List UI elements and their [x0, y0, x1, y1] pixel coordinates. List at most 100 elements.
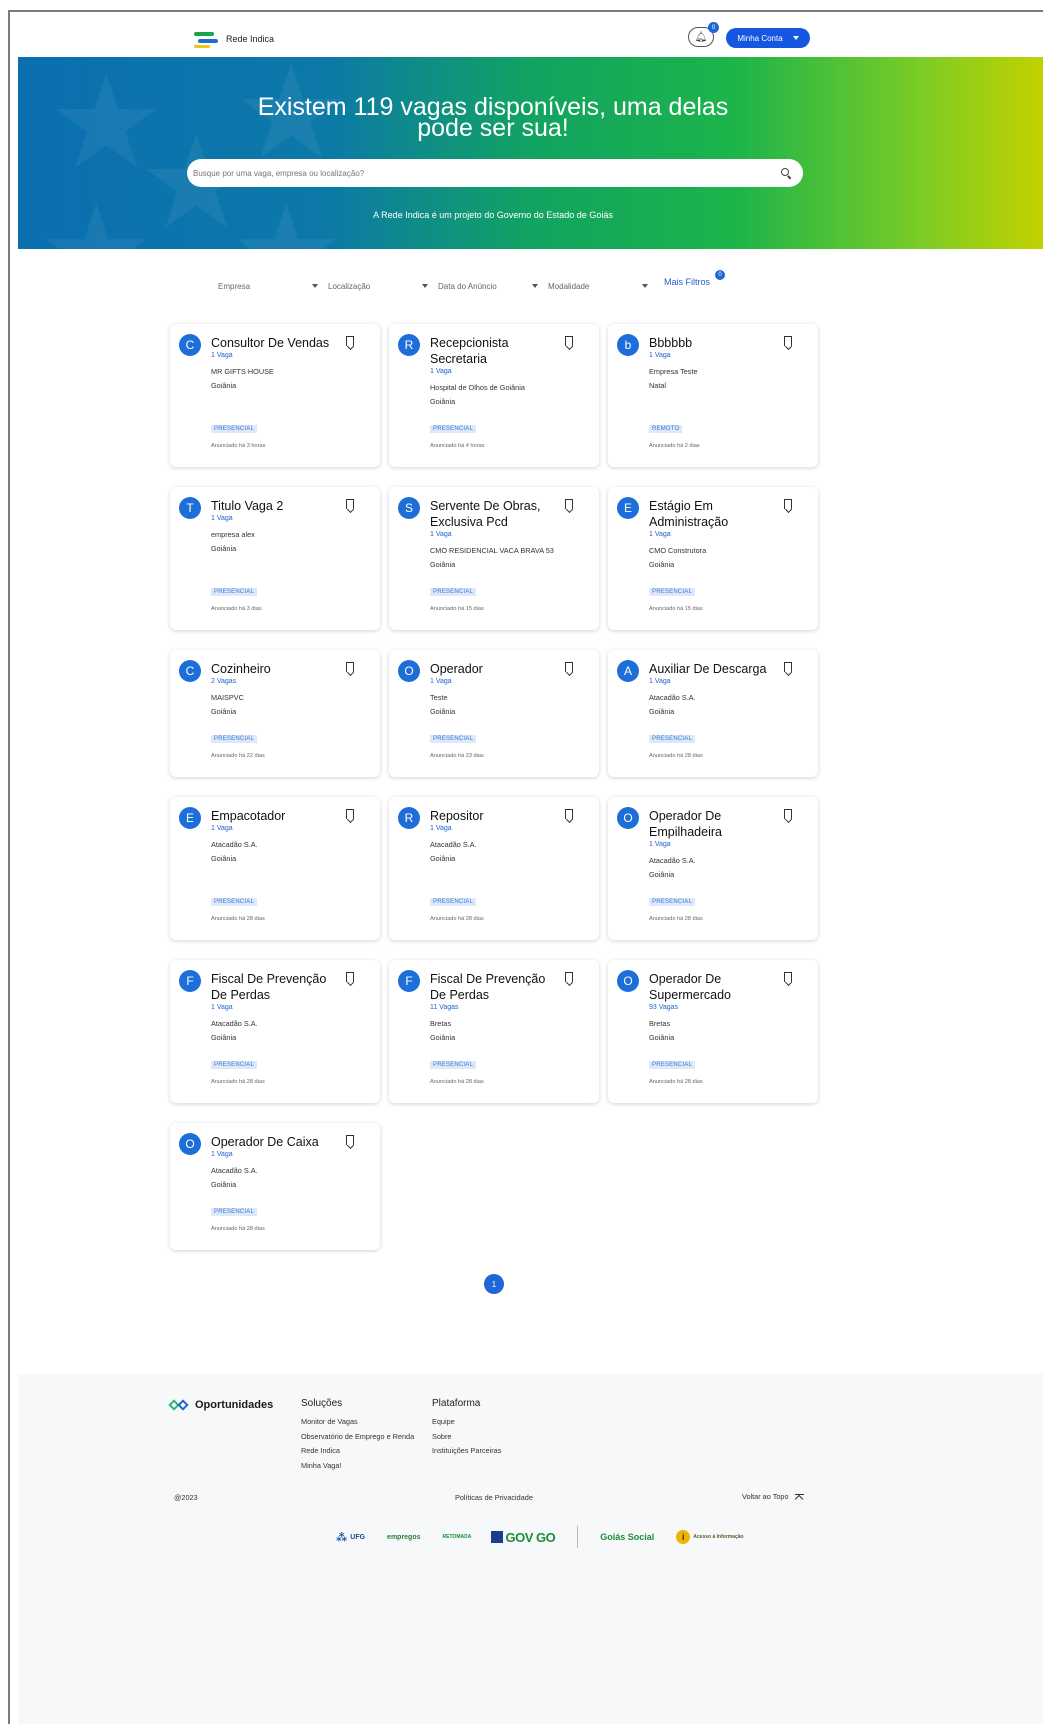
account-menu-button[interactable]: Minha Conta — [726, 28, 810, 48]
job-details: 93 Vagas Bretas Goiânia — [649, 1003, 809, 1043]
job-card[interactable]: R Recepcionista Secretaria 1 Vaga Hospit… — [389, 324, 599, 467]
bookmark-icon[interactable] — [346, 336, 354, 346]
footer-link-rede-indica[interactable]: Rede Indica — [301, 1444, 414, 1459]
goias-flag-icon — [490, 1531, 503, 1543]
job-openings: 1 Vaga — [430, 368, 452, 375]
job-modality-tag: PRESENCIAL — [211, 1061, 258, 1069]
job-card[interactable]: b Bbbbbb 1 Vaga Empresa Teste Natal REMO… — [608, 324, 818, 467]
bookmark-icon[interactable] — [346, 972, 354, 982]
more-filters-button[interactable]: Mais Filtros — [664, 277, 710, 287]
job-openings: 1 Vaga — [211, 1151, 233, 1158]
job-title: Cozinheiro — [211, 662, 271, 676]
footer-col-plataforma: Plataforma Equipe Sobre Instituições Par… — [432, 1398, 501, 1459]
job-posted-date: Anunciado há 23 dias — [430, 753, 484, 759]
footer-link-instituicoes[interactable]: Instituições Parceiras — [432, 1444, 501, 1459]
job-details: 1 Vaga Empresa Teste Natal — [649, 351, 809, 391]
job-details: 1 Vaga Atacadão S.A. Goiânia — [211, 1150, 371, 1190]
bookmark-icon[interactable] — [346, 662, 354, 672]
back-to-top-label: Voltar ao Topo — [742, 1492, 789, 1501]
job-card[interactable]: C Consultor De Vendas 1 Vaga MR GIFTS HO… — [170, 324, 380, 467]
company-avatar: b — [617, 334, 639, 356]
job-city: Goiânia — [430, 1033, 456, 1042]
job-details: 1 Vaga Atacadão S.A. Goiânia — [430, 824, 590, 864]
job-modality-tag: PRESENCIAL — [649, 898, 696, 906]
bookmark-icon[interactable] — [565, 662, 573, 672]
ufg-logo[interactable]: ⁂ UFG — [336, 1531, 365, 1544]
job-card[interactable]: E Estágio Em Administração 1 Vaga CMO Co… — [608, 487, 818, 630]
bookmark-icon[interactable] — [565, 809, 573, 819]
job-company: Bretas — [430, 1019, 452, 1028]
divider — [577, 1526, 579, 1548]
job-modality-tag: PRESENCIAL — [430, 588, 477, 596]
company-avatar: C — [179, 334, 201, 356]
job-card[interactable]: E Empacotador 1 Vaga Atacadão S.A. Goiân… — [170, 797, 380, 940]
bookmark-icon[interactable] — [784, 499, 792, 509]
job-openings: 1 Vaga — [211, 515, 233, 522]
footer-link-equipe[interactable]: Equipe — [432, 1415, 501, 1430]
bookmark-icon[interactable] — [346, 1135, 354, 1145]
empregos-logo[interactable]: empregos — [387, 1534, 420, 1541]
job-card[interactable]: O Operador De Caixa 1 Vaga Atacadão S.A.… — [170, 1123, 380, 1250]
job-card[interactable]: T Titulo Vaga 2 1 Vaga empresa alex Goiâ… — [170, 487, 380, 630]
bell-icon: 🔔︎ — [694, 31, 708, 43]
job-city: Goiânia — [430, 707, 456, 716]
acesso-informacao-logo[interactable]: i Acesso à Informação — [676, 1530, 744, 1544]
notifications-button[interactable]: 🔔︎ 0 — [688, 22, 719, 47]
filter-data-anuncio[interactable]: Data do Anúncio — [438, 278, 538, 294]
gov-go-text: GOV GO — [505, 1529, 556, 1545]
hero-banner: ★ ★ ★ ★ ★ Existem 119 vagas disponíveis,… — [18, 57, 1043, 249]
acesso-informacao-text: Acesso à Informação — [693, 1534, 744, 1540]
job-card[interactable]: O Operador De Supermercado 93 Vagas Bret… — [608, 960, 818, 1103]
job-card[interactable]: F Fiscal De Prevenção De Perdas 1 Vaga A… — [170, 960, 380, 1103]
job-card[interactable]: S Servente De Obras, Exclusiva Pcd 1 Vag… — [389, 487, 599, 630]
job-company: MAISPVC — [211, 693, 244, 702]
footer-link-sobre[interactable]: Sobre — [432, 1430, 501, 1445]
rede-indica-logo[interactable]: Rede Indica — [194, 28, 274, 50]
job-posted-date: Anunciado há 28 dias — [430, 916, 484, 922]
bookmark-icon[interactable] — [565, 499, 573, 509]
bookmark-icon[interactable] — [784, 662, 792, 672]
back-to-top-button[interactable]: Voltar ao Topo — [742, 1492, 804, 1501]
search-icon[interactable] — [779, 166, 793, 180]
privacy-link[interactable]: Políticas de Privacidade — [455, 1493, 533, 1502]
job-company: CMO Construtora — [649, 546, 707, 555]
bookmark-icon[interactable] — [346, 809, 354, 819]
chevron-up-icon — [794, 1493, 804, 1500]
footer: Oportunidades Soluções Monitor de Vagas … — [18, 1374, 1043, 1724]
filter-empresa[interactable]: Empresa — [218, 278, 318, 294]
filter-localizacao[interactable]: Localização — [328, 278, 428, 294]
search-input[interactable] — [193, 168, 779, 178]
pagination-page-1[interactable]: 1 — [484, 1274, 504, 1294]
job-company: CMO RESIDENCIAL VACA BRAVA 53 — [430, 546, 554, 555]
goias-social-text: Goiás Social — [600, 1531, 655, 1542]
job-company: Atacadão S.A. — [211, 840, 258, 849]
bookmark-icon[interactable] — [565, 336, 573, 346]
retomada-logo[interactable]: RETOMADA — [443, 1534, 472, 1540]
bookmark-icon[interactable] — [784, 336, 792, 346]
bookmark-icon[interactable] — [346, 499, 354, 509]
footer-link-monitor-vagas[interactable]: Monitor de Vagas — [301, 1415, 414, 1430]
bookmark-icon[interactable] — [784, 972, 792, 982]
goias-social-logo[interactable]: Goiás Social — [600, 1531, 655, 1542]
job-card[interactable]: O Operador De Empilhadeira 1 Vaga Atacad… — [608, 797, 818, 940]
info-icon: i — [676, 1530, 691, 1544]
caret-down-icon — [312, 284, 318, 288]
bookmark-icon[interactable] — [565, 972, 573, 982]
oportunidades-logo[interactable]: Oportunidades — [168, 1399, 273, 1411]
filter-modalidade[interactable]: Modalidade — [548, 278, 648, 294]
gov-go-logo[interactable]: GOV GO — [490, 1529, 556, 1545]
job-card[interactable]: R Repositor 1 Vaga Atacadão S.A. Goiânia… — [389, 797, 599, 940]
footer-col-solucoes: Soluções Monitor de Vagas Observatório d… — [301, 1398, 414, 1473]
job-openings: 1 Vaga — [211, 1004, 233, 1011]
footer-link-observatorio[interactable]: Observatório de Emprego e Renda — [301, 1430, 414, 1445]
job-title: Fiscal De Prevenção De Perdas — [211, 972, 327, 1002]
footer-link-minha-vaga[interactable]: Minha Vaga! — [301, 1459, 414, 1474]
job-card[interactable]: C Cozinheiro 2 Vagas MAISPVC Goiânia PRE… — [170, 650, 380, 777]
job-city: Goiânia — [430, 560, 456, 569]
job-card[interactable]: F Fiscal De Prevenção De Perdas 11 Vagas… — [389, 960, 599, 1103]
bookmark-icon[interactable] — [784, 809, 792, 819]
company-avatar: O — [179, 1133, 201, 1155]
job-card[interactable]: A Auxiliar De Descarga 1 Vaga Atacadão S… — [608, 650, 818, 777]
job-card[interactable]: O Operador 1 Vaga Teste Goiânia PRESENCI… — [389, 650, 599, 777]
hero-title: Existem 119 vagas disponíveis, uma delas… — [18, 95, 968, 141]
